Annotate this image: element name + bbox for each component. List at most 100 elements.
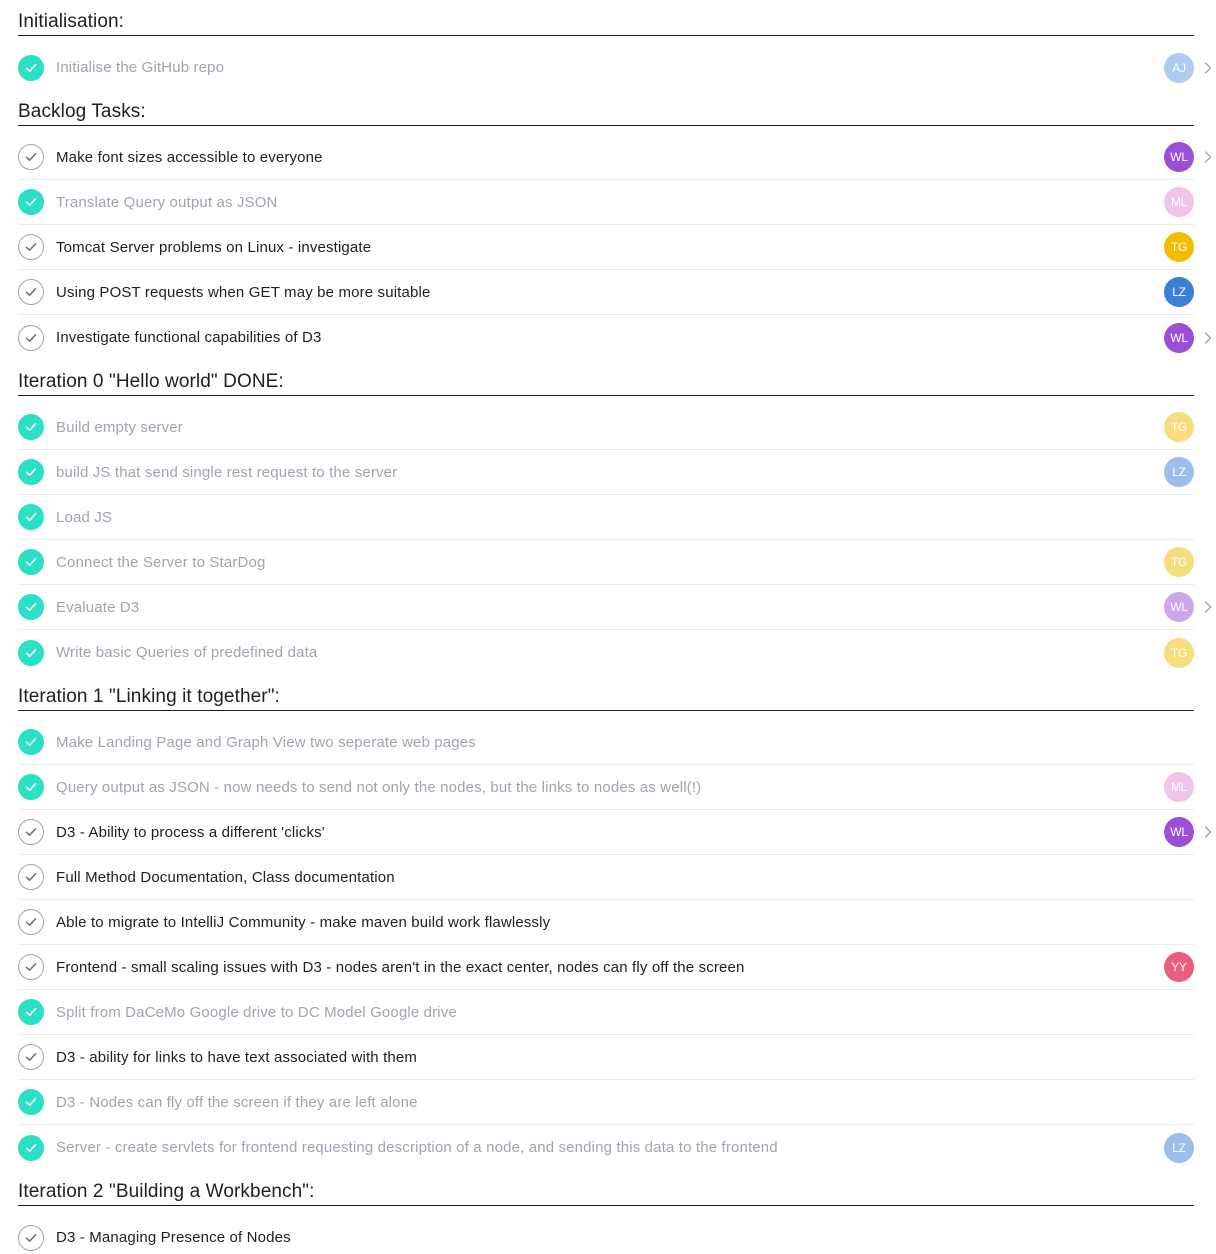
section-header[interactable]: Backlog Tasks: bbox=[18, 90, 1194, 126]
task-row[interactable]: D3 - ability for links to have text asso… bbox=[18, 1035, 1194, 1080]
check-icon[interactable] bbox=[18, 774, 44, 800]
task-row[interactable]: Frontend - small scaling issues with D3 … bbox=[18, 945, 1194, 990]
assignee-avatar[interactable]: WL bbox=[1164, 142, 1194, 172]
check-icon[interactable] bbox=[18, 459, 44, 485]
check-icon[interactable] bbox=[18, 1134, 44, 1161]
task-name[interactable]: build JS that send single rest request t… bbox=[56, 464, 397, 481]
check-icon[interactable] bbox=[18, 729, 44, 755]
task-row[interactable]: Translate Query output as JSON ML bbox=[18, 180, 1194, 225]
task-row[interactable]: Full Method Documentation, Class documen… bbox=[18, 855, 1194, 900]
task-row[interactable]: Load JS bbox=[18, 495, 1194, 540]
check-icon[interactable] bbox=[18, 549, 44, 575]
task-row[interactable]: Using POST requests when GET may be more… bbox=[18, 270, 1194, 315]
check-icon[interactable] bbox=[18, 414, 44, 440]
chevron-right-icon[interactable] bbox=[1203, 331, 1213, 345]
check-icon[interactable] bbox=[18, 54, 44, 81]
task-row[interactable]: Query output as JSON - now needs to send… bbox=[18, 765, 1194, 810]
check-icon[interactable] bbox=[18, 639, 44, 666]
task-name[interactable]: Query output as JSON - now needs to send… bbox=[56, 779, 701, 796]
task-name[interactable]: Write basic Queries of predefined data bbox=[56, 644, 317, 661]
task-row[interactable]: Initialise the GitHub repo AJ bbox=[18, 45, 1212, 90]
assignee-avatar[interactable]: LZ bbox=[1164, 1132, 1194, 1163]
task-name[interactable]: Split from DaCeMo Google drive to DC Mod… bbox=[56, 1004, 457, 1021]
check-icon[interactable] bbox=[18, 1224, 44, 1251]
section: Iteration 0 "Hello world" DONE: Build emp… bbox=[18, 360, 1212, 675]
task-name[interactable]: Make Landing Page and Graph View two sep… bbox=[56, 734, 476, 751]
task-name[interactable]: Tomcat Server problems on Linux - invest… bbox=[56, 239, 371, 256]
task-name[interactable]: Frontend - small scaling issues with D3 … bbox=[56, 959, 745, 976]
task-name[interactable]: Connect the Server to StarDog bbox=[56, 554, 265, 571]
check-icon[interactable] bbox=[18, 279, 44, 305]
check-icon[interactable] bbox=[18, 1089, 44, 1115]
task-row[interactable]: D3 - Nodes can fly off the screen if the… bbox=[18, 1080, 1194, 1125]
task-name[interactable]: Able to migrate to IntelliJ Community - … bbox=[56, 914, 550, 931]
assignee-avatar[interactable]: YY bbox=[1164, 952, 1194, 982]
task-name[interactable]: Make font sizes accessible to everyone bbox=[56, 149, 323, 166]
assignee-avatar[interactable]: WL bbox=[1164, 322, 1194, 353]
section: Initialisation: Initialise the GitHub rep… bbox=[18, 0, 1212, 90]
check-icon[interactable] bbox=[18, 1044, 44, 1070]
task-row[interactable]: Tomcat Server problems on Linux - invest… bbox=[18, 225, 1194, 270]
task-row[interactable]: Evaluate D3 WL bbox=[18, 585, 1212, 630]
task-name[interactable]: Translate Query output as JSON bbox=[56, 194, 278, 211]
task-name[interactable]: Full Method Documentation, Class documen… bbox=[56, 869, 395, 886]
section: Backlog Tasks: Make font sizes accessible… bbox=[18, 90, 1212, 360]
check-icon[interactable] bbox=[18, 144, 44, 170]
task-row[interactable]: Investigate functional capabilities of D… bbox=[18, 315, 1212, 360]
check-icon[interactable] bbox=[18, 324, 44, 351]
section-header[interactable]: Iteration 1 "Linking it together": bbox=[18, 675, 1194, 711]
task-name[interactable]: D3 - Nodes can fly off the screen if the… bbox=[56, 1094, 418, 1111]
assignee-avatar[interactable]: AJ bbox=[1164, 52, 1194, 83]
check-icon[interactable] bbox=[18, 504, 44, 530]
assignee-avatar[interactable]: TG bbox=[1164, 412, 1194, 442]
task-name[interactable]: Investigate functional capabilities of D… bbox=[56, 329, 321, 346]
assignee-avatar[interactable]: WL bbox=[1164, 817, 1194, 847]
assignee-avatar[interactable]: ML bbox=[1164, 772, 1194, 802]
section-header[interactable]: Iteration 0 "Hello world" DONE: bbox=[18, 360, 1194, 396]
check-icon[interactable] bbox=[18, 189, 44, 215]
task-name[interactable]: Using POST requests when GET may be more… bbox=[56, 284, 430, 301]
task-row[interactable]: D3 - Ability to process a different 'cli… bbox=[18, 810, 1212, 855]
check-icon[interactable] bbox=[18, 819, 44, 845]
section-header[interactable]: Initialisation: bbox=[18, 0, 1194, 36]
task-row[interactable]: Split from DaCeMo Google drive to DC Mod… bbox=[18, 990, 1194, 1035]
check-icon[interactable] bbox=[18, 999, 44, 1025]
task-row[interactable]: Server - create servlets for frontend re… bbox=[18, 1125, 1194, 1170]
section: Iteration 2 "Building a Workbench": D3 - … bbox=[18, 1170, 1194, 1254]
task-name[interactable]: Initialise the GitHub repo bbox=[56, 59, 224, 76]
task-row[interactable]: Make Landing Page and Graph View two sep… bbox=[18, 720, 1194, 765]
chevron-right-icon[interactable] bbox=[1203, 825, 1213, 839]
assignee-avatar[interactable]: WL bbox=[1164, 592, 1194, 622]
check-icon[interactable] bbox=[18, 594, 44, 620]
check-icon[interactable] bbox=[18, 909, 44, 935]
assignee-avatar[interactable]: TG bbox=[1164, 547, 1194, 577]
task-list: Initialisation: Initialise the GitHub rep… bbox=[18, 0, 1212, 1254]
chevron-right-icon[interactable] bbox=[1203, 150, 1213, 164]
task-row[interactable]: Build empty server TG bbox=[18, 405, 1194, 450]
task-name[interactable]: D3 - ability for links to have text asso… bbox=[56, 1049, 417, 1066]
task-row[interactable]: build JS that send single rest request t… bbox=[18, 450, 1194, 495]
task-row[interactable]: D3 - Managing Presence of Nodes bbox=[18, 1215, 1194, 1254]
task-name[interactable]: D3 - Ability to process a different 'cli… bbox=[56, 824, 325, 841]
assignee-avatar[interactable]: TG bbox=[1164, 232, 1194, 262]
assignee-avatar[interactable]: LZ bbox=[1164, 457, 1194, 487]
task-name[interactable]: D3 - Managing Presence of Nodes bbox=[56, 1229, 291, 1246]
task-row[interactable]: Write basic Queries of predefined data TG bbox=[18, 630, 1194, 675]
task-row[interactable]: Make font sizes accessible to everyone WL bbox=[18, 135, 1212, 180]
assignee-avatar[interactable]: LZ bbox=[1164, 277, 1194, 307]
task-name[interactable]: Build empty server bbox=[56, 419, 183, 436]
task-row[interactable]: Able to migrate to IntelliJ Community - … bbox=[18, 900, 1194, 945]
task-name[interactable]: Load JS bbox=[56, 509, 112, 526]
check-icon[interactable] bbox=[18, 234, 44, 260]
check-icon[interactable] bbox=[18, 864, 44, 890]
assignee-avatar[interactable]: ML bbox=[1164, 187, 1194, 217]
task-name[interactable]: Server - create servlets for frontend re… bbox=[56, 1139, 778, 1156]
task-row[interactable]: Connect the Server to StarDog TG bbox=[18, 540, 1194, 585]
chevron-right-icon[interactable] bbox=[1203, 600, 1213, 614]
section-header[interactable]: Iteration 2 "Building a Workbench": bbox=[18, 1170, 1194, 1206]
check-icon[interactable] bbox=[18, 954, 44, 980]
section: Iteration 1 "Linking it together": Make L… bbox=[18, 675, 1212, 1170]
chevron-right-icon[interactable] bbox=[1203, 61, 1213, 75]
task-name[interactable]: Evaluate D3 bbox=[56, 599, 139, 616]
assignee-avatar[interactable]: TG bbox=[1164, 637, 1194, 668]
